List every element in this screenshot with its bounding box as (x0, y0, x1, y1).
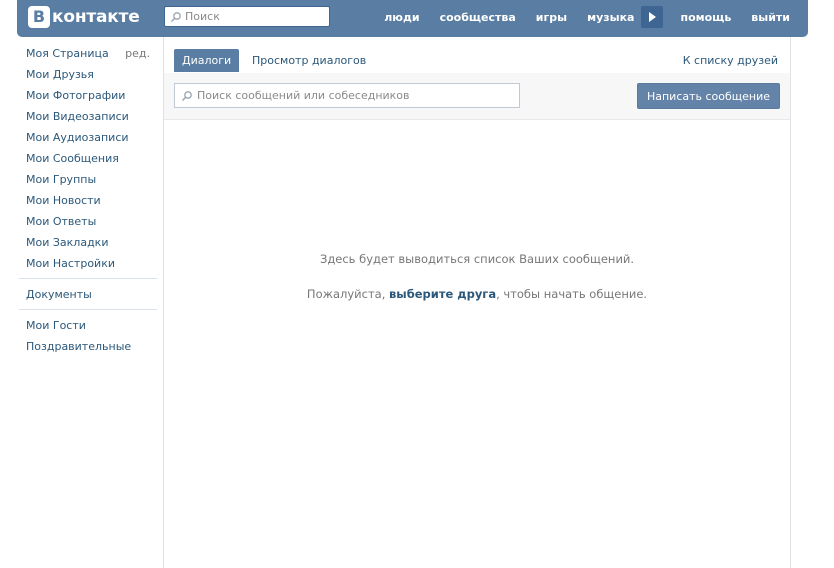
sidebar-item-bookmarks[interactable]: Мои Закладки (18, 234, 158, 255)
sidebar-item-label: Моя Страница (26, 47, 109, 60)
logo-text: контакте (52, 7, 140, 27)
empty-hint: Пожалуйста, выберите друга, чтобы начать… (164, 287, 790, 302)
choose-friend-link[interactable]: выберите друга (389, 287, 496, 301)
vk-logo[interactable]: В контакте (28, 6, 140, 28)
sidebar-edit-link[interactable]: ред. (125, 45, 150, 63)
sidebar-item-friends[interactable]: Мои Друзья (18, 66, 158, 87)
nav-music[interactable]: музыка (587, 11, 634, 24)
empty-message: Здесь будет выводиться список Ваших сооб… (319, 252, 635, 266)
sidebar-item-guests[interactable]: Мои Гости (18, 317, 158, 338)
search-icon (170, 11, 181, 22)
sidebar-item-groups[interactable]: Мои Группы (18, 171, 158, 192)
compose-message-button[interactable]: Написать сообщение (637, 83, 780, 109)
sidebar-item-messages[interactable]: Мои Сообщения (18, 150, 158, 171)
messages-toolbar: Написать сообщение (164, 73, 790, 120)
sidebar-item-audio[interactable]: Мои Аудиозаписи (18, 129, 158, 150)
left-sidebar: Моя Страница ред. Мои Друзья Мои Фотогра… (18, 45, 158, 359)
tab-view-dialogs[interactable]: Просмотр диалогов (244, 49, 374, 72)
sidebar-item-videos[interactable]: Мои Видеозаписи (18, 108, 158, 129)
top-header: В контакте люди сообщества игры музыка п… (17, 0, 808, 37)
nav-people[interactable]: люди (384, 11, 419, 24)
empty-state: Здесь будет выводиться список Ваших сооб… (164, 252, 790, 322)
sidebar-item-my-page[interactable]: Моя Страница ред. (18, 45, 158, 66)
header-search-input[interactable] (182, 10, 325, 23)
header-search[interactable] (164, 6, 330, 27)
sidebar-item-greetings[interactable]: Поздравительные (18, 338, 158, 359)
nav-games[interactable]: игры (536, 11, 567, 24)
empty-hint-before: Пожалуйста, (306, 287, 390, 301)
top-nav: люди сообщества игры музыка помощь выйти (384, 0, 790, 34)
sidebar-divider (19, 278, 157, 279)
message-search[interactable] (174, 83, 520, 108)
sidebar-item-documents[interactable]: Документы (18, 286, 158, 307)
tab-dialogs[interactable]: Диалоги (174, 49, 240, 72)
sidebar-item-answers[interactable]: Мои Ответы (18, 213, 158, 234)
main-panel: Диалоги Просмотр диалогов К списку друзе… (163, 37, 791, 568)
message-search-input[interactable] (193, 89, 517, 102)
nav-communities[interactable]: сообщества (440, 11, 516, 24)
empty-hint-after: , чтобы начать общение. (496, 287, 648, 301)
search-icon (181, 90, 192, 101)
page: В контакте люди сообщества игры музыка п… (0, 0, 834, 568)
dialog-tabs: Диалоги Просмотр диалогов К списку друзе… (164, 37, 790, 74)
sidebar-item-settings[interactable]: Мои Настройки (18, 255, 158, 276)
play-icon[interactable] (641, 6, 664, 28)
friends-list-link[interactable]: К списку друзей (683, 49, 778, 72)
nav-logout[interactable]: выйти (751, 11, 790, 24)
sidebar-item-photos[interactable]: Мои Фотографии (18, 87, 158, 108)
sidebar-item-news[interactable]: Мои Новости (18, 192, 158, 213)
sidebar-divider (19, 309, 157, 310)
logo-letter-box: В (28, 6, 50, 28)
nav-help[interactable]: помощь (680, 11, 731, 24)
